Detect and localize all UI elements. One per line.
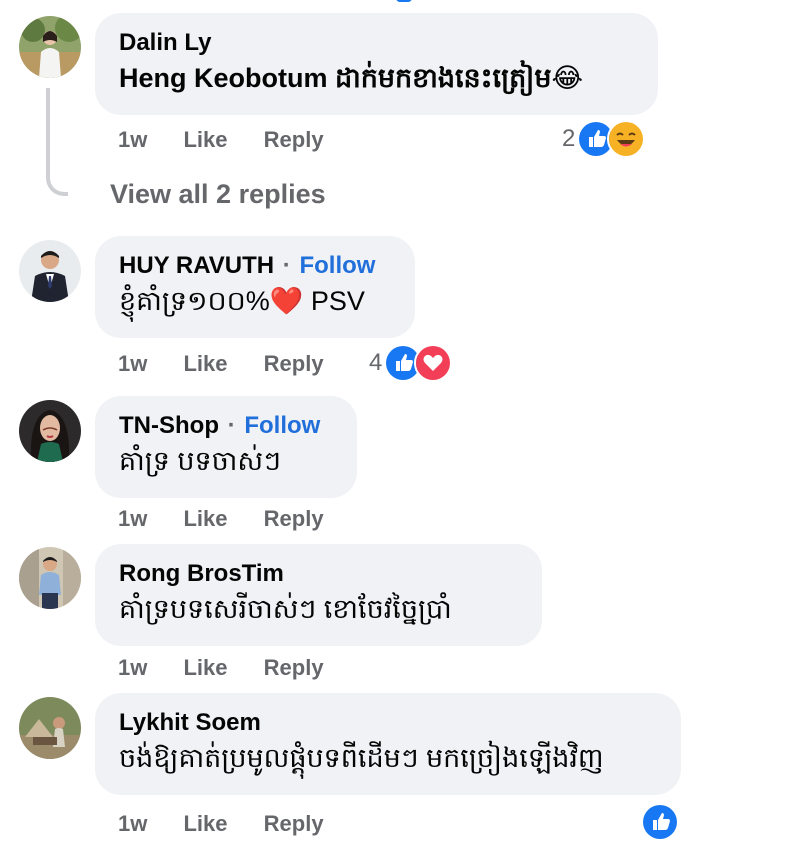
avatar-image	[19, 16, 81, 78]
like-button[interactable]: Like	[183, 351, 227, 377]
comment-author[interactable]: Lykhit Soem	[119, 708, 657, 738]
previous-reaction-sliver	[396, 0, 412, 2]
avatar-rong-brostim[interactable]	[19, 547, 81, 609]
comment-author-row: TN-Shop · Follow	[119, 411, 333, 441]
reply-button[interactable]: Reply	[264, 655, 324, 681]
reaction-summary[interactable]: 2	[562, 120, 646, 158]
avatar-huy-ravuth[interactable]	[19, 240, 81, 302]
comment-time[interactable]: 1w	[118, 351, 147, 377]
comment-bubble: Lykhit Soem ចង់ឱ្យគាត់ប្រមូលផ្តុំបទពីដើម…	[95, 693, 681, 795]
comment-bubble: Dalin Ly Heng Keobotum ដាក់មកខាងនេះត្រៀម…	[95, 13, 658, 115]
comment-author-row: HUY RAVUTH · Follow	[119, 251, 391, 281]
laughing-emoji-icon	[607, 120, 646, 158]
comment-bubble: Rong BrosTim គាំទ្របទសេរីចាស់ៗ ខោចែវច្នៃ…	[95, 544, 542, 646]
avatar-dalin-ly[interactable]	[19, 16, 81, 78]
reply-button[interactable]: Reply	[264, 127, 324, 153]
like-icon	[641, 803, 679, 841]
reaction-count: 4	[369, 349, 383, 376]
reaction-summary[interactable]: 4	[369, 344, 453, 382]
comment-text: ចង់ឱ្យគាត់ប្រមូលផ្តុំបទពីដើមៗ មកច្រៀងឡើង…	[119, 743, 604, 773]
comment-time[interactable]: 1w	[118, 506, 147, 532]
reply-thread-line	[46, 88, 68, 196]
comment-text: Heng Keobotum ដាក់មកខាងនេះត្រៀម😂	[119, 63, 584, 93]
follow-button[interactable]: Follow	[299, 252, 375, 279]
comment-text: គាំទ្រ បទចាស់ៗ	[119, 446, 281, 476]
comment-actions: 1w Like Reply	[118, 506, 324, 532]
comment-time[interactable]: 1w	[118, 655, 147, 681]
comment-actions: 1w Like Reply	[118, 655, 324, 681]
avatar-image	[19, 240, 81, 302]
comment-actions: 1w Like Reply	[118, 127, 324, 153]
comment-text: គាំទ្របទសេរីចាស់ៗ ខោចែវច្នៃប្រាំ	[119, 594, 452, 624]
comment-time[interactable]: 1w	[118, 811, 147, 837]
comment-actions: 1w Like Reply	[118, 351, 324, 377]
comment-author[interactable]: Dalin Ly	[119, 28, 634, 58]
view-all-replies-link[interactable]: View all 2 replies	[110, 179, 326, 210]
separator-dot: ·	[282, 252, 291, 279]
avatar-image	[19, 697, 81, 759]
avatar-image	[19, 547, 81, 609]
reply-button[interactable]: Reply	[264, 811, 324, 837]
comment-author[interactable]: HUY RAVUTH	[119, 252, 274, 279]
reaction-summary[interactable]	[641, 803, 679, 841]
comment-author[interactable]: Rong BrosTim	[119, 559, 518, 589]
avatar-image	[19, 400, 81, 462]
comment-text: ខ្ញុំគាំទ្រ១០០%❤️ PSV	[119, 286, 365, 316]
love-icon	[414, 344, 453, 382]
reaction-count: 2	[562, 125, 576, 152]
like-button[interactable]: Like	[183, 506, 227, 532]
reply-button[interactable]: Reply	[264, 506, 324, 532]
separator-dot: ·	[227, 412, 236, 439]
avatar-tn-shop[interactable]	[19, 400, 81, 462]
like-button[interactable]: Like	[183, 127, 227, 153]
like-button[interactable]: Like	[183, 811, 227, 837]
avatar-lykhit-soem[interactable]	[19, 697, 81, 759]
comment-bubble: HUY RAVUTH · Follow ខ្ញុំគាំទ្រ១០០%❤️ PS…	[95, 236, 415, 338]
reply-button[interactable]: Reply	[264, 351, 324, 377]
follow-button[interactable]: Follow	[244, 412, 320, 439]
comment-author[interactable]: TN-Shop	[119, 412, 219, 439]
like-button[interactable]: Like	[183, 655, 227, 681]
comment-bubble: TN-Shop · Follow គាំទ្រ បទចាស់ៗ	[95, 396, 357, 498]
comment-actions: 1w Like Reply	[118, 811, 324, 837]
comment-time[interactable]: 1w	[118, 127, 147, 153]
